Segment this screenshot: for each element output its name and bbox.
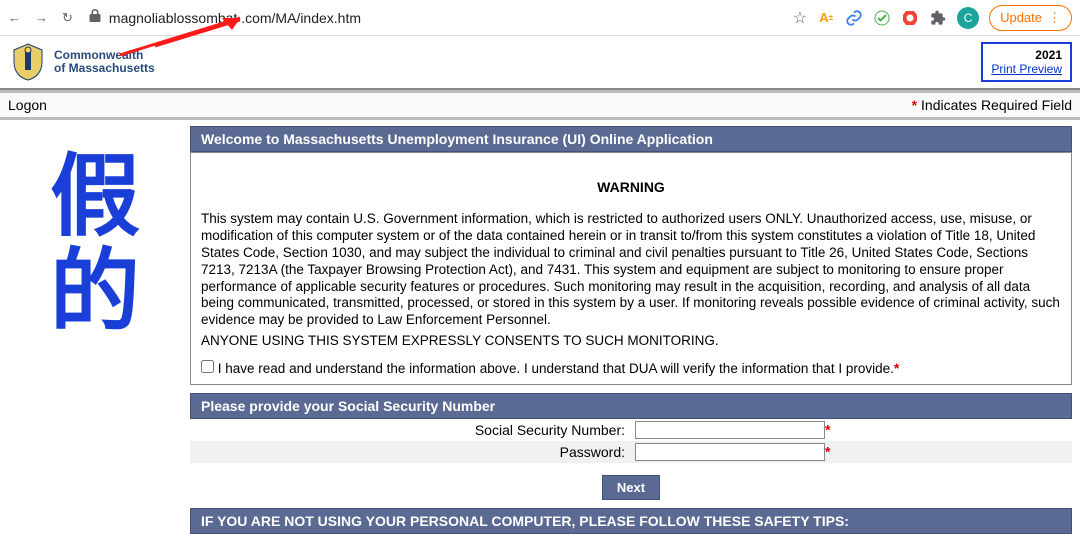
brand-line-2: of Massachusetts — [54, 62, 155, 75]
password-input[interactable] — [635, 443, 825, 461]
logon-row: Logon * Indicates Required Field — [0, 90, 1080, 120]
forward-icon[interactable]: → — [35, 10, 48, 26]
required-note: * Indicates Required Field — [912, 97, 1072, 113]
update-button[interactable]: Update ⋮ — [989, 5, 1072, 31]
address-bar[interactable]: magnoliablossombat .com/MA/index.htm — [83, 9, 783, 26]
ssn-input[interactable] — [635, 421, 825, 439]
overlay-fake-label: 假 的 — [0, 120, 190, 534]
header-right-box: 2021 Print Preview — [981, 42, 1072, 82]
logon-label: Logon — [8, 97, 47, 113]
print-preview-link[interactable]: Print Preview — [991, 62, 1062, 76]
extension-check-icon[interactable] — [873, 9, 891, 27]
safety-tips-title: IF YOU ARE NOT USING YOUR PERSONAL COMPU… — [190, 508, 1072, 534]
profile-avatar[interactable]: C — [957, 7, 979, 29]
ssn-label: Social Security Number: — [190, 419, 631, 441]
bookmark-star-icon[interactable]: ☆ — [793, 8, 807, 28]
extension-link-icon[interactable] — [845, 9, 863, 27]
site-header: Commonwealth of Massachusetts 2021 Print… — [0, 36, 1080, 90]
extension-a-icon[interactable]: A± — [817, 9, 835, 27]
browser-toolbar: ← → ↻ magnoliablossombat .com/MA/index.h… — [0, 0, 1080, 36]
state-seal-icon — [10, 42, 46, 82]
credentials-form: Social Security Number: * Password: * — [190, 419, 1072, 463]
warning-panel: WARNING This system may contain U.S. Gov… — [190, 152, 1072, 385]
consent-checkbox[interactable] — [201, 360, 214, 373]
password-label: Password: — [190, 441, 631, 463]
reload-icon[interactable]: ↻ — [62, 10, 73, 26]
next-button[interactable]: Next — [602, 475, 660, 500]
warning-body-text: This system may contain U.S. Government … — [201, 211, 1061, 329]
ssn-section-title: Please provide your Social Security Numb… — [190, 393, 1072, 419]
back-icon[interactable]: ← — [8, 10, 21, 26]
more-dots-icon: ⋮ — [1048, 10, 1061, 26]
extension-adblock-icon[interactable] — [901, 9, 919, 27]
warning-heading: WARNING — [201, 179, 1061, 195]
welcome-section-title: Welcome to Massachusetts Unemployment In… — [190, 126, 1072, 152]
extensions-puzzle-icon[interactable] — [929, 9, 947, 27]
consent-label: I have read and understand the informati… — [218, 361, 894, 376]
consent-monitoring-line: ANYONE USING THIS SYSTEM EXPRESSLY CONSE… — [201, 333, 1061, 348]
url-text: magnoliablossombat .com/MA/index.htm — [109, 10, 361, 26]
year-label: 2021 — [991, 48, 1062, 62]
lock-icon — [89, 9, 101, 26]
